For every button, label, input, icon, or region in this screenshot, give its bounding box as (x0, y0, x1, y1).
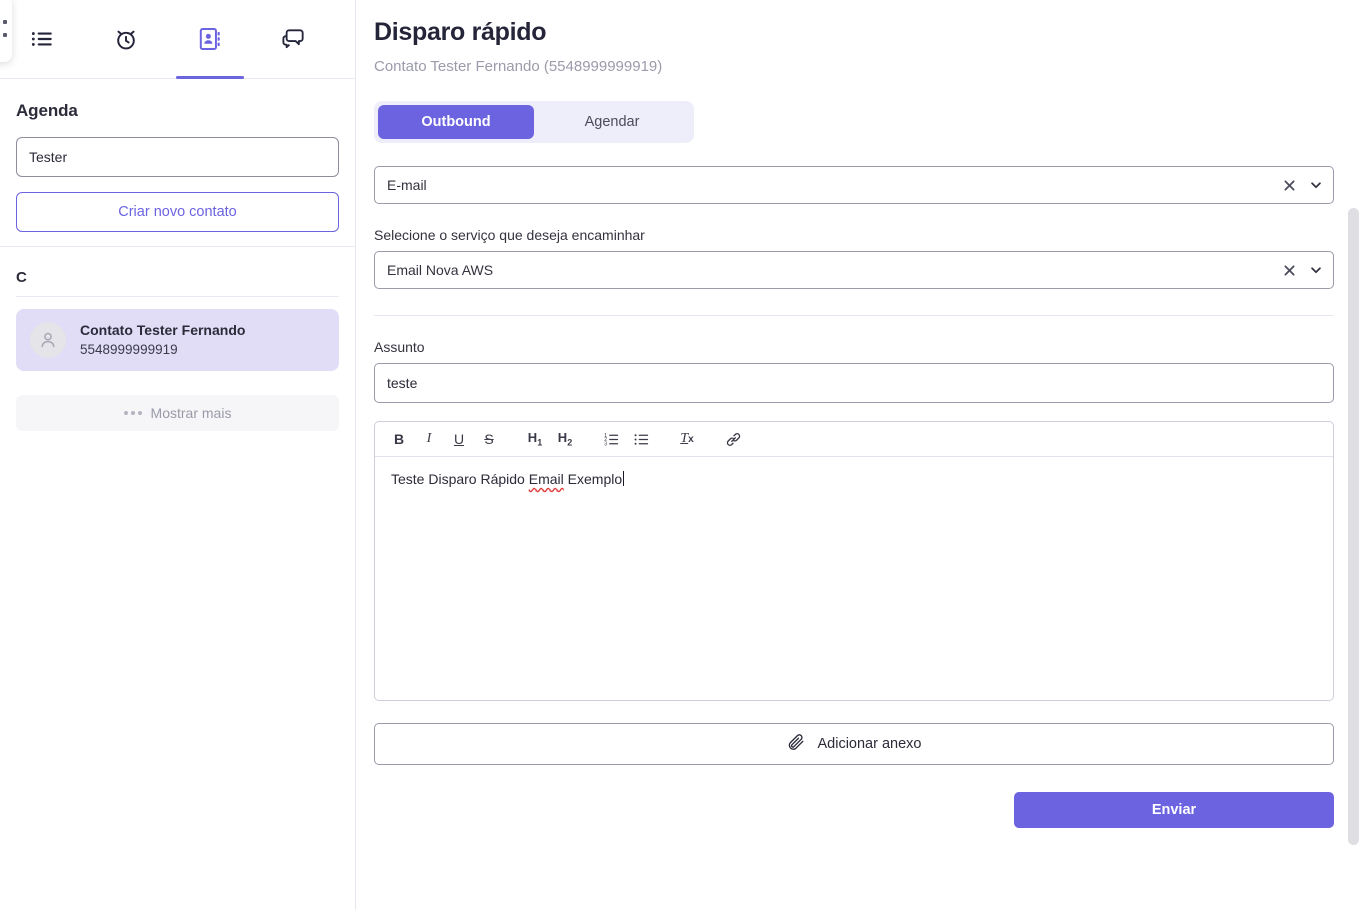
paperclip-icon (787, 733, 806, 756)
send-button[interactable]: Enviar (1014, 792, 1334, 828)
page-subtitle: Contato Tester Fernando (5548999999919) (374, 58, 1339, 75)
sidebar-tab-alarm[interactable] (84, 0, 168, 79)
heading-2-icon[interactable]: H2 (551, 425, 579, 453)
link-icon[interactable] (719, 425, 747, 453)
contact-phone: 5548999999919 (80, 340, 245, 360)
address-book-icon (197, 26, 223, 52)
create-contact-button[interactable]: Criar novo contato (16, 192, 339, 232)
text-caret (623, 471, 624, 486)
handle-dot (3, 20, 7, 24)
rich-text-editor: B I U S H1 H2 1 2 3 (374, 421, 1334, 701)
main-panel: Disparo rápido Contato Tester Fernando (… (356, 0, 1365, 910)
editor-text-misspelled: Email (529, 471, 564, 487)
service-field: Selecione o serviço que deseja encaminha… (374, 227, 1339, 289)
page-title: Disparo rápido (374, 18, 1339, 47)
bullet-list-icon[interactable] (627, 425, 655, 453)
clear-format-icon[interactable]: Tx (673, 425, 701, 453)
tab-bar (0, 0, 355, 79)
section-separator (374, 315, 1334, 316)
agenda-title: Agenda (16, 101, 339, 121)
edge-drawer-handle[interactable] (0, 0, 12, 62)
chevron-down-icon[interactable] (1309, 263, 1323, 277)
sidebar-tab-chat[interactable] (252, 0, 336, 79)
contact-group-letter: C (0, 247, 355, 296)
subject-label: Assunto (374, 339, 1339, 355)
chat-icon (281, 26, 307, 52)
list-item[interactable]: Contato Tester Fernando 5548999999919 (16, 309, 339, 371)
service-label: Selecione o serviço que deseja encaminha… (374, 227, 1339, 243)
avatar (30, 322, 66, 358)
handle-dot (3, 33, 7, 37)
add-attachment-button[interactable]: Adicionar anexo (374, 723, 1334, 765)
ellipsis-icon (124, 411, 142, 415)
contact-list: Contato Tester Fernando 5548999999919 (0, 297, 355, 371)
add-attachment-label: Adicionar anexo (818, 736, 922, 752)
editor-toolbar: B I U S H1 H2 1 2 3 (375, 422, 1333, 457)
editor-body[interactable]: Teste Disparo Rápido Email Exemplo (375, 457, 1333, 700)
agenda-header: Agenda Criar novo contato (0, 79, 355, 246)
channel-select-actions (1284, 167, 1323, 203)
list-icon (29, 26, 55, 52)
svg-text:3: 3 (604, 441, 607, 447)
ordered-list-icon[interactable]: 1 2 3 (597, 425, 625, 453)
chevron-down-icon[interactable] (1309, 178, 1323, 192)
app-root: Agenda Criar novo contato C Contato Test… (0, 0, 1365, 910)
service-select-actions (1284, 252, 1323, 288)
tab-outbound[interactable]: Outbound (378, 105, 534, 139)
channel-select[interactable]: E-mail (374, 166, 1334, 204)
mode-segmented-control: Outbound Agendar (374, 101, 694, 143)
strikethrough-icon[interactable]: S (475, 425, 503, 453)
service-select[interactable]: Email Nova AWS (374, 251, 1334, 289)
heading-1-icon[interactable]: H1 (521, 425, 549, 453)
show-more-label: Mostrar mais (151, 405, 232, 421)
x-icon[interactable] (1284, 180, 1295, 191)
sidebar-tab-agenda[interactable] (168, 0, 252, 79)
service-select-value: Email Nova AWS (387, 262, 493, 278)
left-panel: Agenda Criar novo contato C Contato Test… (0, 0, 356, 910)
list-item-text: Contato Tester Fernando 5548999999919 (80, 320, 245, 360)
channel-field: E-mail (374, 166, 1339, 204)
contact-name: Contato Tester Fernando (80, 320, 245, 340)
italic-icon[interactable]: I (415, 425, 443, 453)
underline-icon[interactable]: U (445, 425, 473, 453)
alarm-icon (113, 26, 139, 52)
channel-select-value: E-mail (387, 177, 427, 193)
show-more-button[interactable]: Mostrar mais (16, 395, 339, 431)
contact-search-input[interactable] (16, 137, 339, 177)
vertical-scrollbar[interactable] (1348, 208, 1359, 845)
bold-icon[interactable]: B (385, 425, 413, 453)
subject-input[interactable] (374, 363, 1334, 403)
sidebar-tab-list[interactable] (0, 0, 84, 79)
send-row: Enviar (374, 792, 1334, 828)
tab-agendar[interactable]: Agendar (534, 105, 690, 139)
main-content: Disparo rápido Contato Tester Fernando (… (356, 18, 1365, 828)
editor-text-after: Exemplo (564, 471, 622, 487)
subject-field: Assunto (374, 339, 1339, 403)
editor-text-before: Teste Disparo Rápido (391, 471, 529, 487)
x-icon[interactable] (1284, 265, 1295, 276)
